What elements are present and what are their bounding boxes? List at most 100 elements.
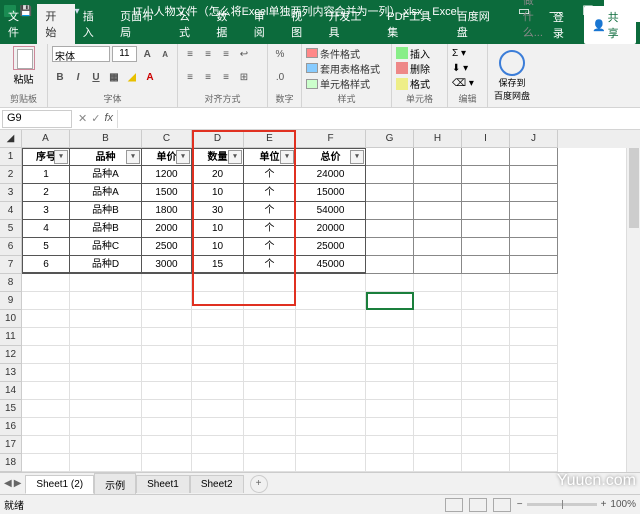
cell[interactable] xyxy=(366,418,414,436)
cell[interactable] xyxy=(142,364,192,382)
cell[interactable] xyxy=(510,382,558,400)
cell[interactable] xyxy=(70,454,142,472)
font-size[interactable]: 11 xyxy=(112,46,138,62)
cell[interactable] xyxy=(414,400,462,418)
cell[interactable]: 20000 xyxy=(296,220,366,238)
cell[interactable] xyxy=(192,436,244,454)
cell[interactable] xyxy=(510,220,558,238)
scroll-thumb[interactable] xyxy=(629,148,639,228)
cell[interactable] xyxy=(414,292,462,310)
cell[interactable] xyxy=(70,292,142,310)
cell[interactable] xyxy=(366,400,414,418)
tab-dev[interactable]: 开发工具 xyxy=(321,4,380,44)
row-header[interactable]: 12 xyxy=(0,346,21,364)
vertical-scrollbar[interactable] xyxy=(626,148,640,472)
tab-home[interactable]: 开始 xyxy=(37,4,74,44)
row-header[interactable]: 2 xyxy=(0,166,21,184)
cell[interactable] xyxy=(142,436,192,454)
wrap-text-icon[interactable]: ↩ xyxy=(236,46,252,62)
cell[interactable] xyxy=(192,292,244,310)
header-cell[interactable]: 品种 xyxy=(70,148,142,166)
cell[interactable] xyxy=(70,418,142,436)
cell[interactable] xyxy=(414,346,462,364)
cell[interactable] xyxy=(244,328,296,346)
cell[interactable] xyxy=(414,202,462,220)
cell[interactable] xyxy=(22,382,70,400)
cell[interactable] xyxy=(414,274,462,292)
sheet-tab[interactable]: Sheet1 xyxy=(136,475,190,493)
row-header[interactable]: 1 xyxy=(0,148,21,166)
cell[interactable] xyxy=(70,400,142,418)
cell[interactable] xyxy=(22,274,70,292)
cell[interactable] xyxy=(366,166,414,184)
tab-pdf[interactable]: PDF工具集 xyxy=(379,4,448,44)
cell[interactable] xyxy=(510,310,558,328)
cell[interactable] xyxy=(414,364,462,382)
align-bot-icon[interactable]: ≡ xyxy=(218,46,234,62)
tab-file[interactable]: 文件 xyxy=(0,4,37,44)
cell[interactable]: 5 xyxy=(22,238,70,256)
cell[interactable] xyxy=(142,400,192,418)
cancel-icon[interactable]: ✕ xyxy=(78,112,87,125)
header-cell[interactable]: 单价 xyxy=(142,148,192,166)
tab-data[interactable]: 数据 xyxy=(208,4,245,44)
cell[interactable] xyxy=(244,400,296,418)
cell[interactable] xyxy=(244,436,296,454)
header-cell[interactable]: 序号 xyxy=(22,148,70,166)
cell[interactable] xyxy=(244,346,296,364)
row-header[interactable]: 9 xyxy=(0,292,21,310)
cell[interactable] xyxy=(70,310,142,328)
cell[interactable]: 25000 xyxy=(296,238,366,256)
col-header[interactable]: C xyxy=(142,130,192,148)
cell[interactable]: 品种A xyxy=(70,184,142,202)
cell[interactable] xyxy=(366,454,414,472)
fx-icon[interactable]: fx xyxy=(104,112,113,125)
row-header[interactable]: 14 xyxy=(0,382,21,400)
fill-color-button[interactable]: ◢ xyxy=(124,69,140,85)
cell[interactable] xyxy=(462,346,510,364)
cell[interactable] xyxy=(462,220,510,238)
cell[interactable]: 2500 xyxy=(142,238,192,256)
cell[interactable] xyxy=(70,436,142,454)
col-header[interactable]: B xyxy=(70,130,142,148)
select-all[interactable]: ◢ xyxy=(0,130,21,148)
cell[interactable]: 3000 xyxy=(142,256,192,274)
col-header[interactable]: A xyxy=(22,130,70,148)
cell[interactable] xyxy=(70,328,142,346)
cell[interactable] xyxy=(142,454,192,472)
cell[interactable] xyxy=(296,274,366,292)
insert-button[interactable]: 插入 xyxy=(396,46,443,60)
cell[interactable] xyxy=(462,454,510,472)
cell[interactable] xyxy=(366,220,414,238)
zoom-slider[interactable] xyxy=(527,503,597,506)
col-header[interactable]: E xyxy=(244,130,296,148)
cell[interactable]: 10 xyxy=(192,220,244,238)
row-header[interactable]: 13 xyxy=(0,364,21,382)
cell[interactable] xyxy=(510,436,558,454)
cell[interactable] xyxy=(366,274,414,292)
border-button[interactable]: ▦ xyxy=(106,69,122,85)
view-layout-icon[interactable] xyxy=(469,498,487,512)
cell[interactable] xyxy=(510,364,558,382)
tab-review[interactable]: 审阅 xyxy=(246,4,283,44)
col-header[interactable]: D xyxy=(192,130,244,148)
next-sheet-icon[interactable]: ▶ xyxy=(14,478,22,489)
cell[interactable]: 1200 xyxy=(142,166,192,184)
cell[interactable]: 20 xyxy=(192,166,244,184)
underline-button[interactable]: U xyxy=(88,69,104,85)
prev-sheet-icon[interactable]: ◀ xyxy=(4,478,12,489)
cell[interactable] xyxy=(296,346,366,364)
cell[interactable]: 品种A xyxy=(70,166,142,184)
font-color-button[interactable]: A xyxy=(142,69,158,85)
cell[interactable]: 个 xyxy=(244,220,296,238)
cell[interactable] xyxy=(192,418,244,436)
cell[interactable] xyxy=(142,274,192,292)
cell[interactable] xyxy=(22,328,70,346)
table-format-button[interactable]: 套用表格格式 xyxy=(306,61,387,75)
cell[interactable] xyxy=(462,184,510,202)
cell[interactable] xyxy=(414,328,462,346)
cell[interactable] xyxy=(192,274,244,292)
cell[interactable] xyxy=(296,310,366,328)
merge-icon[interactable]: ⊞ xyxy=(236,69,252,85)
cell[interactable] xyxy=(366,310,414,328)
